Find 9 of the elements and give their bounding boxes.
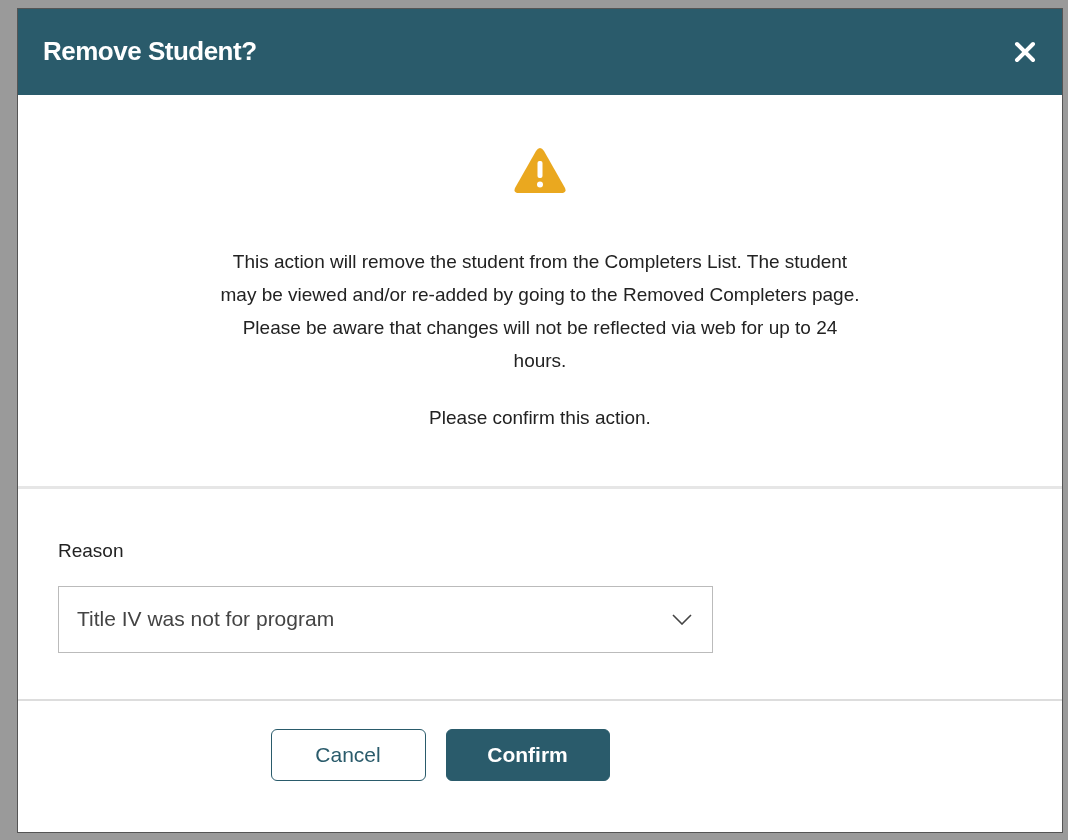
reason-dropdown[interactable]: Title IV was not for program <box>58 585 713 653</box>
cancel-button[interactable]: Cancel <box>270 728 426 781</box>
warning-message: This action will remove the student from the Completers List. The student may be viewed and/or re-added by going to the Removed Completers page. Please be aware that changes will not be reflected via web for up to 24 hours. <box>219 250 861 373</box>
reason-label: Reason <box>58 539 125 563</box>
chevron-down-icon <box>672 613 692 625</box>
confirm-prompt: Please confirm this action. <box>428 406 652 430</box>
confirm-button[interactable]: Confirm <box>445 728 610 781</box>
warning-icon <box>513 147 567 195</box>
dialog-title: Remove Student? <box>43 36 257 68</box>
